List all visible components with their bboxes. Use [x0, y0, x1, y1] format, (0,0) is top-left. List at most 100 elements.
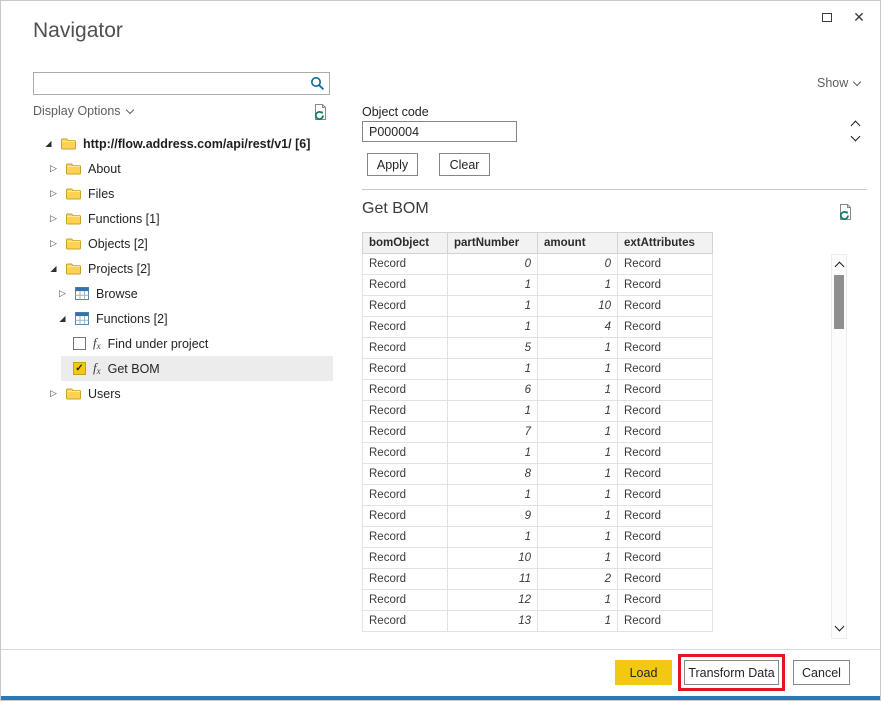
folder-icon — [66, 187, 81, 200]
display-options-label: Display Options — [33, 104, 121, 118]
tree-item-files[interactable]: ▷Files — [33, 181, 333, 206]
tree-indent — [33, 206, 48, 231]
tree-item-label: Projects [2] — [88, 262, 151, 276]
table-scrollbar[interactable] — [831, 254, 847, 639]
column-header: partNumber — [448, 233, 538, 254]
tree-row-content: ▷ Browse — [57, 281, 333, 306]
expand-icon[interactable]: ▷ — [48, 239, 59, 248]
table-cell: Record — [618, 464, 713, 485]
expand-icon[interactable]: ▷ — [48, 389, 59, 398]
folder-icon — [66, 237, 81, 250]
window-close-button[interactable]: ✕ — [848, 7, 870, 27]
tree-item-projects-2[interactable]: ◢ Projects [2] — [33, 256, 333, 281]
column-header: bomObject — [363, 233, 448, 254]
table-cell: Record — [618, 611, 713, 632]
checkbox-unchecked[interactable] — [73, 337, 86, 350]
panel-scroll-down-icon[interactable] — [852, 127, 859, 145]
preview-header-row: bomObjectpartNumberamountextAttributes — [363, 233, 713, 254]
tree-item-label: Functions [1] — [88, 212, 160, 226]
tree-row-content: ▷Files — [48, 181, 333, 206]
tree-item-functions-2[interactable]: ◢Functions [2] — [33, 306, 333, 331]
expand-icon[interactable]: ▷ — [48, 164, 59, 173]
table-row: Record14Record — [363, 317, 713, 338]
tree-item-http-flow-address-com-api-rest-v1-6[interactable]: ◢http://flow.address.com/api/rest/v1/ [6… — [33, 131, 333, 156]
load-button[interactable]: Load — [615, 660, 672, 685]
tree-row-content: ✓fxGet BOM — [61, 356, 333, 381]
table-cell: 2 — [538, 569, 618, 590]
table-cell: 1 — [448, 443, 538, 464]
tree-row-content: ▷ About — [48, 156, 333, 181]
table-row: Record131Record — [363, 611, 713, 632]
tree-item-about[interactable]: ▷ About — [33, 156, 333, 181]
table-cell: 1 — [538, 548, 618, 569]
show-dropdown[interactable]: Show — [817, 76, 860, 90]
table-row: Record11Record — [363, 485, 713, 506]
refresh-preview-icon[interactable] — [837, 203, 854, 226]
scroll-up-icon[interactable] — [832, 257, 846, 273]
table-cell: Record — [363, 317, 448, 338]
navigator-tree: ◢http://flow.address.com/api/rest/v1/ [6… — [33, 131, 333, 406]
table-cell: 1 — [538, 422, 618, 443]
collapse-icon[interactable]: ◢ — [57, 315, 68, 323]
collapse-icon[interactable]: ◢ — [43, 140, 54, 148]
table-cell: 1 — [538, 359, 618, 380]
table-cell: Record — [363, 359, 448, 380]
table-cell: 1 — [538, 464, 618, 485]
tree-item-label: About — [88, 162, 121, 176]
table-cell: 1 — [538, 506, 618, 527]
chevron-down-icon — [125, 105, 133, 113]
checkbox-checked[interactable]: ✓ — [73, 362, 86, 375]
table-cell: Record — [363, 401, 448, 422]
clear-button[interactable]: Clear — [439, 153, 490, 176]
object-code-label: Object code — [362, 105, 429, 119]
tree-item-get-bom[interactable]: ✓fxGet BOM — [33, 356, 333, 381]
fx-icon: fx — [93, 336, 101, 351]
object-code-input[interactable] — [362, 121, 517, 142]
window-accent-strip — [1, 696, 880, 700]
table-row: Record110Record — [363, 296, 713, 317]
preview-body: Record00RecordRecord11RecordRecord110Rec… — [363, 254, 713, 632]
apply-button[interactable]: Apply — [367, 153, 418, 176]
table-cell: Record — [618, 485, 713, 506]
tree-item-label: Browse — [96, 287, 138, 301]
scrollbar-thumb[interactable] — [834, 275, 844, 329]
table-cell: 1 — [448, 317, 538, 338]
tree-item-users[interactable]: ▷ Users — [33, 381, 333, 406]
table-cell: Record — [363, 527, 448, 548]
transform-data-button[interactable]: Transform Data — [684, 660, 779, 685]
display-options-dropdown[interactable]: Display Options — [33, 104, 133, 118]
navigator-window: ✕ Navigator Display Options ◢http://flow… — [0, 0, 881, 701]
table-cell: 1 — [448, 401, 538, 422]
expand-icon[interactable]: ▷ — [57, 289, 68, 298]
fx-icon: fx — [93, 361, 101, 376]
table-icon — [75, 312, 89, 325]
table-cell: 8 — [448, 464, 538, 485]
expand-icon[interactable]: ▷ — [48, 189, 59, 198]
expand-icon[interactable]: ▷ — [48, 214, 59, 223]
search-icon[interactable] — [310, 76, 325, 96]
collapse-icon[interactable]: ◢ — [48, 265, 59, 273]
table-cell: 1 — [538, 338, 618, 359]
folder-icon — [66, 262, 81, 275]
tree-item-find-under-project[interactable]: fxFind under project — [33, 331, 333, 356]
search-input[interactable] — [36, 74, 306, 93]
table-row: Record11Record — [363, 443, 713, 464]
tree-item-functions-1[interactable]: ▷ Functions [1] — [33, 206, 333, 231]
table-row: Record101Record — [363, 548, 713, 569]
window-maximize-button[interactable] — [816, 7, 838, 27]
cancel-button[interactable]: Cancel — [793, 660, 850, 685]
refresh-icon[interactable] — [312, 103, 329, 126]
table-cell: Record — [618, 380, 713, 401]
table-cell: Record — [363, 506, 448, 527]
table-cell: Record — [618, 254, 713, 275]
tree-indent — [33, 381, 48, 406]
tree-item-objects-2[interactable]: ▷Objects [2] — [33, 231, 333, 256]
table-cell: 1 — [538, 485, 618, 506]
tree-item-label: Users — [88, 387, 121, 401]
scroll-down-icon[interactable] — [832, 620, 846, 636]
table-cell: 13 — [448, 611, 538, 632]
folder-icon — [61, 137, 76, 150]
tree-indent — [33, 231, 48, 256]
tree-item-browse[interactable]: ▷ Browse — [33, 281, 333, 306]
table-cell: Record — [363, 443, 448, 464]
